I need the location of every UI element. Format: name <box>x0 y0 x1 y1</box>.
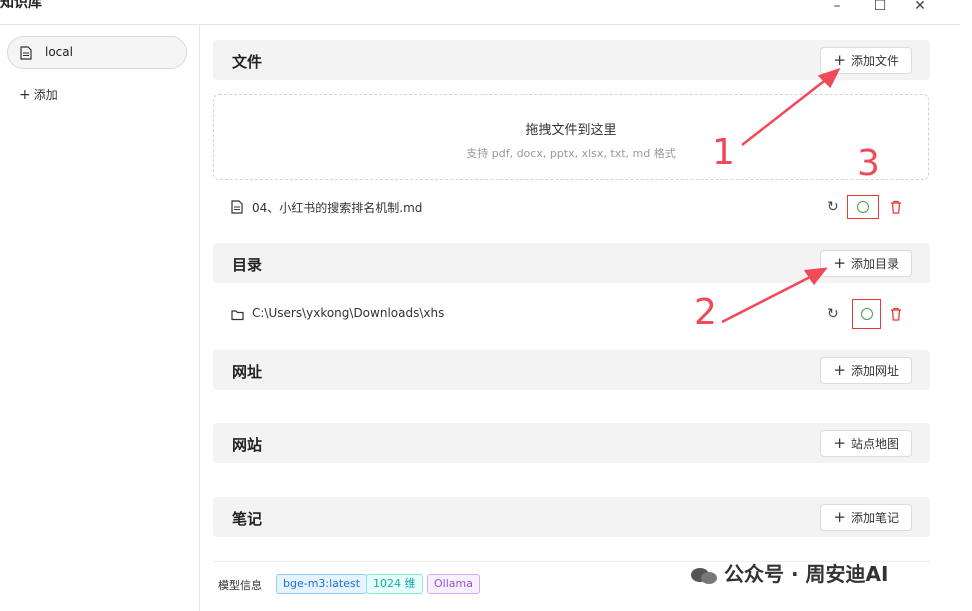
wechat-icon <box>690 566 718 586</box>
annotation-number-2: 2 <box>694 292 717 333</box>
watermark-text: 公众号 · 周安迪AI <box>724 562 889 586</box>
annotation-arrow-2 <box>721 274 813 324</box>
annotation-arrowhead-2 <box>803 267 828 286</box>
watermark: 公众号 · 周安迪AI <box>690 558 888 587</box>
annotation-number-1: 1 <box>712 132 735 173</box>
annotation-number-3: 3 <box>857 143 880 184</box>
annotation-arrow-1 <box>741 77 829 146</box>
annotation-overlay <box>721 67 841 324</box>
